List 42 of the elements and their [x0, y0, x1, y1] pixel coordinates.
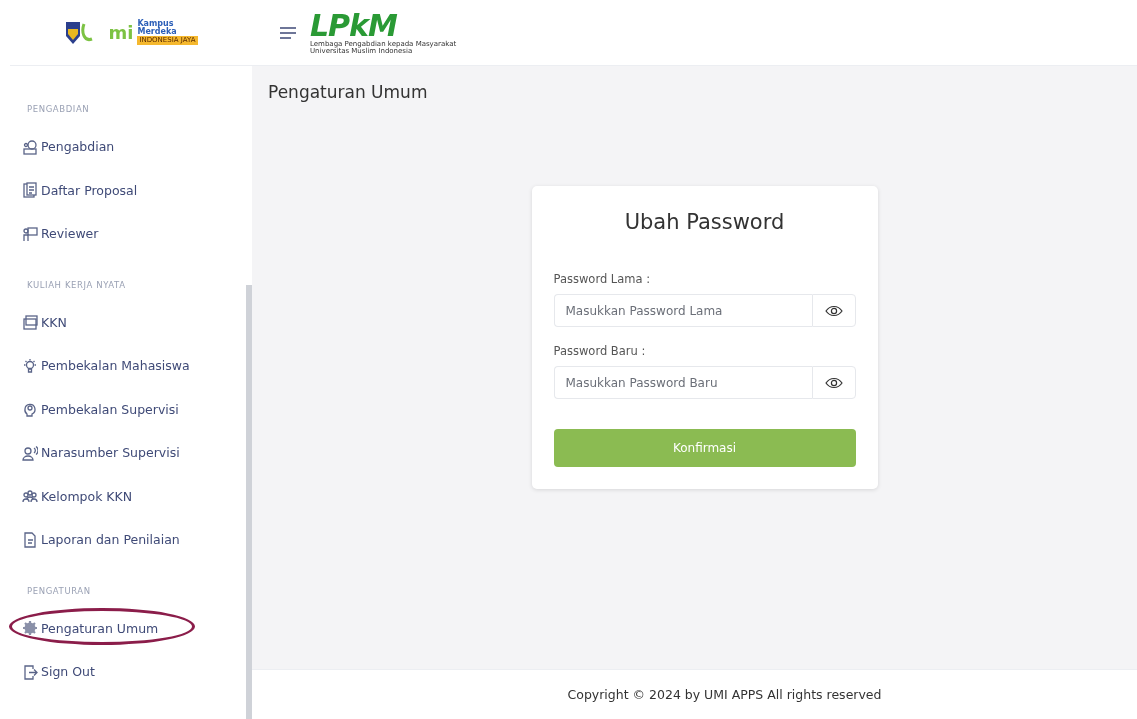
sidebar-item[interactable]: Sign Out: [22, 663, 95, 680]
sidebar-item[interactable]: Pembekalan Supervisi: [22, 400, 179, 418]
show-password-button[interactable]: [811, 366, 856, 399]
eye-icon: [824, 304, 843, 317]
sidebar-item[interactable]: Reviewer: [22, 225, 99, 242]
eye-icon: [824, 376, 843, 389]
show-password-button[interactable]: [811, 294, 856, 327]
card-title: Ubah Password: [623, 210, 786, 234]
kampus-merdeka-logo-text: Kampus: [137, 20, 174, 28]
speaker-person-icon: [22, 444, 38, 461]
sidebar-item[interactable]: Pembekalan Mahasiswa: [22, 357, 190, 374]
gear-icon: [22, 620, 38, 636]
sidebar-item[interactable]: Daftar Proposal: [22, 181, 138, 199]
sidebar-item[interactable]: Laporan dan Penilaian: [22, 531, 180, 548]
section-heading: PENGABDIAN: [27, 104, 91, 116]
field-label: Password Lama :: [553, 272, 652, 286]
sidebar-item[interactable]: Pengaturan Umum: [22, 619, 159, 637]
field-label: Password Baru :: [553, 344, 647, 358]
section-heading: KULIAH KERJA NYATA: [27, 279, 127, 292]
password-input[interactable]: Masukkan Password Baru: [553, 366, 812, 399]
report-icon: [22, 531, 38, 548]
scrollbar-thumb[interactable]: [246, 285, 252, 719]
group-icon: [22, 488, 38, 504]
sidebar-item[interactable]: KKN: [22, 313, 67, 331]
brand-logo-text: LPkM: [310, 10, 397, 41]
document-icon: [22, 182, 38, 198]
sidebar-item[interactable]: Narasumber Supervisi: [22, 444, 180, 461]
page-title: Pengaturan Umum: [268, 82, 429, 102]
section-heading: PENGATURAN: [27, 585, 92, 598]
lightbulb-icon: [22, 357, 38, 374]
board-icon: [22, 225, 38, 242]
umi-logo-text: mi: [108, 23, 134, 42]
copyright-text: Copyright © 2024 by UMI APPS All rights reserved: [567, 687, 882, 702]
presenter-icon: [22, 138, 38, 155]
sign-out-icon: [22, 663, 38, 680]
kampus-merdeka-logo-text: Merdeka: [137, 28, 178, 36]
head-bulb-icon: [22, 401, 38, 417]
folder-stack-icon: [22, 314, 38, 330]
password-input[interactable]: Masukkan Password Lama: [553, 294, 812, 327]
menu-button[interactable]: [280, 26, 296, 39]
sidebar-item[interactable]: Pengabdian: [22, 138, 115, 155]
sidebar-item[interactable]: Kelompok KKN: [22, 487, 133, 505]
